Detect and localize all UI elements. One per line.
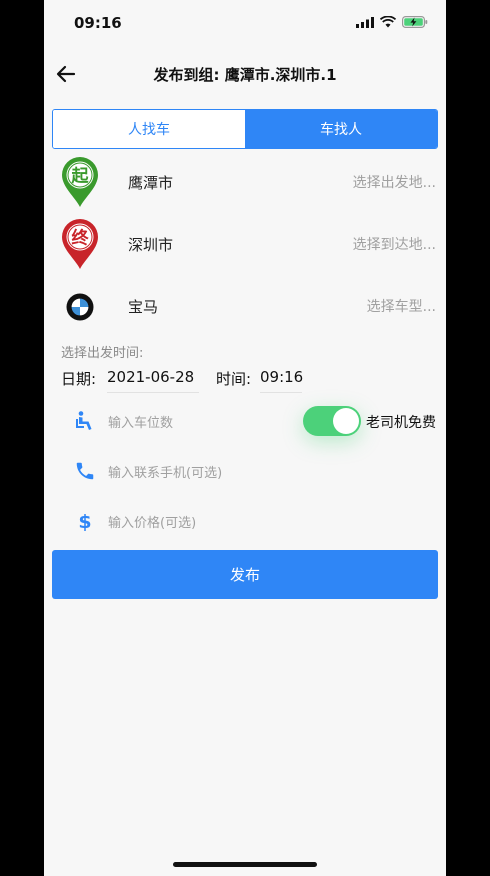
date-underline	[107, 392, 199, 393]
start-location-row[interactable]: 起 鹰潭市 选择出发地...	[44, 156, 446, 210]
mode-tabs: 人找车 车找人	[52, 109, 438, 149]
price-input-row[interactable]: $ 输入价格(可选)	[44, 506, 446, 538]
end-pin-icon: 终	[62, 219, 98, 269]
free-for-veteran-toggle[interactable]	[303, 406, 361, 436]
end-pin-char: 终	[72, 228, 90, 249]
seat-icon	[76, 411, 92, 430]
end-city-hint[interactable]: 选择到达地...	[353, 234, 436, 254]
price-input[interactable]: 输入价格(可选)	[108, 512, 196, 531]
date-value[interactable]: 2021-06-28	[107, 368, 194, 386]
publish-button[interactable]: 发布	[52, 550, 438, 599]
car-model-row[interactable]: 宝马 选择车型...	[44, 280, 446, 334]
car-model-label: 宝马	[128, 298, 159, 316]
time-label: 时间:	[216, 370, 252, 388]
seats-input[interactable]: 输入车位数	[108, 412, 173, 431]
home-indicator	[173, 862, 317, 867]
phone-input[interactable]: 输入联系手机(可选)	[108, 462, 222, 481]
start-city-hint[interactable]: 选择出发地...	[353, 172, 436, 192]
signal-icon	[356, 16, 374, 28]
nav-bar: 发布到组: 鹰潭市.深圳市.1	[44, 58, 446, 92]
status-icons	[356, 16, 428, 28]
page-title: 发布到组: 鹰潭市.深圳市.1	[153, 66, 337, 84]
time-value[interactable]: 09:16	[260, 368, 303, 386]
status-bar: 09:16	[44, 0, 446, 46]
end-location-row[interactable]: 终 深圳市 选择到达地...	[44, 218, 446, 272]
end-city-label: 深圳市	[128, 236, 174, 254]
dollar-icon: $	[78, 511, 91, 532]
toggle-knob	[333, 408, 359, 434]
start-pin-char: 起	[71, 166, 90, 187]
start-pin-icon: 起	[62, 157, 98, 207]
app-screen: 09:16 发布到组: 鹰潭市.深圳市.1 人找车 车找人 起 鹰潭市 选择出发…	[44, 0, 446, 876]
start-city-label: 鹰潭市	[128, 174, 174, 192]
phone-icon	[76, 462, 94, 480]
svg-text:$: $	[78, 511, 91, 532]
wifi-icon	[380, 16, 396, 28]
free-for-veteran-label: 老司机免费	[366, 415, 436, 431]
time-underline	[260, 392, 302, 393]
car-brand-logo-icon	[66, 293, 94, 321]
departure-section-label: 选择出发时间:	[61, 346, 144, 361]
status-time: 09:16	[74, 14, 122, 32]
tab-car-seeks-passenger[interactable]: 车找人	[245, 110, 437, 148]
phone-input-row[interactable]: 输入联系手机(可选)	[44, 456, 446, 488]
date-label: 日期:	[61, 370, 97, 388]
tab-passenger-seeks-car[interactable]: 人找车	[53, 110, 245, 148]
car-model-hint[interactable]: 选择车型...	[367, 296, 436, 316]
battery-charging-icon	[402, 16, 428, 28]
